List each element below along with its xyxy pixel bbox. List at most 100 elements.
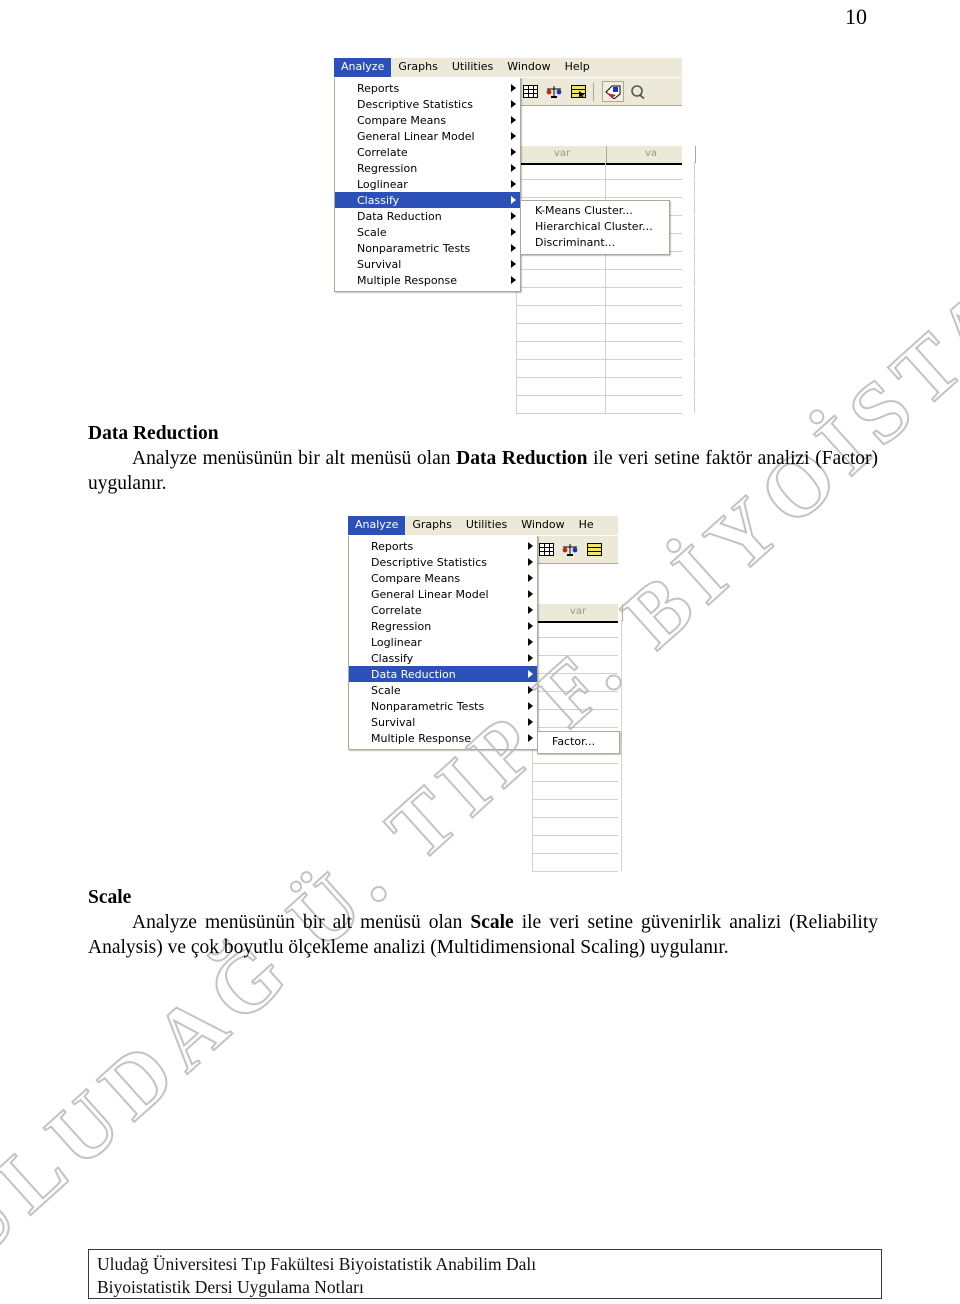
grid-row[interactable] [532,710,622,728]
menubar-item-help[interactable]: He [572,516,601,535]
menu-item-correlate[interactable]: Correlate [349,602,537,618]
menubar-item-window[interactable]: Window [514,516,571,535]
data-grid-icon[interactable] [519,81,541,102]
submenu-arrow-icon [528,702,533,710]
grid-row[interactable] [516,378,695,396]
page-number: 10 [845,4,867,29]
grid-row[interactable] [516,162,695,180]
submenu-arrow-icon [511,164,516,172]
column-header-var-1[interactable]: var [534,604,623,621]
menu-item-correlate[interactable]: Correlate [335,144,520,160]
grid-row[interactable] [516,270,695,288]
grid-row[interactable] [516,324,695,342]
grid-row[interactable] [532,674,622,692]
menu-item-label: Nonparametric Tests [357,241,471,255]
submenu-item-k-means-cluster[interactable]: K-Means Cluster... [521,203,669,219]
menu-item-label: Scale [357,225,387,239]
menubar-item-utilities[interactable]: Utilities [445,58,500,77]
menu-item-descriptive-statistics[interactable]: Descriptive Statistics [335,96,520,112]
submenu-arrow-icon [511,196,516,204]
grid-row[interactable] [532,764,622,782]
grid-row[interactable] [516,288,695,306]
submenu-item-factor[interactable]: Factor... [538,734,619,750]
weighted-cases-icon[interactable] [543,81,565,102]
submenu-arrow-icon [528,734,533,742]
menu-item-reports[interactable]: Reports [349,538,537,554]
grid-row[interactable] [532,854,622,872]
menu-item-regression[interactable]: Regression [349,618,537,634]
insert-variable-icon[interactable] [583,539,605,560]
grid-row[interactable] [516,306,695,324]
menu-item-label: Survival [357,257,402,271]
submenu-item-hierarchical-cluster[interactable]: Hierarchical Cluster... [521,219,669,235]
menu-item-label: Descriptive Statistics [371,555,488,569]
insert-variable-icon[interactable] [567,81,589,102]
submenu-item-discriminant[interactable]: Discriminant... [521,235,669,251]
menubar-data-reduction: Analyze Graphs Utilities Window He [348,516,618,536]
grid-row[interactable] [532,818,622,836]
submenu-arrow-icon [528,590,533,598]
grid-row[interactable] [532,692,622,710]
menu-item-label: Data Reduction [357,209,442,223]
menu-item-general-linear-model[interactable]: General Linear Model [349,586,537,602]
menu-item-nonparametric-tests[interactable]: Nonparametric Tests [349,698,537,714]
menu-item-reports[interactable]: Reports [335,80,520,96]
menu-item-label: Correlate [357,145,408,159]
grid-row[interactable] [532,638,622,656]
menu-item-general-linear-model[interactable]: General Linear Model [335,128,520,144]
menu-item-classify[interactable]: Classify [335,192,520,208]
grid-row[interactable] [532,620,622,638]
grid-row[interactable] [532,656,622,674]
menu-item-scale[interactable]: Scale [335,224,520,240]
menubar-item-analyze[interactable]: Analyze [334,58,392,77]
menu-item-data-reduction[interactable]: Data Reduction [349,666,537,682]
data-editor-worksheet: var Reports Descriptive Statistics Compa… [348,536,623,872]
grid-row[interactable] [532,800,622,818]
menubar-item-graphs[interactable]: Graphs [391,58,444,77]
section-heading-scale: Scale [88,887,132,908]
menu-item-compare-means[interactable]: Compare Means [335,112,520,128]
value-labels-icon[interactable] [602,81,624,102]
grid-row[interactable] [516,180,695,198]
menu-item-nonparametric-tests[interactable]: Nonparametric Tests [335,240,520,256]
submenu-arrow-icon [511,132,516,140]
menu-item-classify[interactable]: Classify [349,650,537,666]
section-scale: Scale Analyze menüsünün bir alt menüsü o… [88,885,878,960]
weighted-cases-icon[interactable] [559,539,581,560]
menu-item-data-reduction[interactable]: Data Reduction [335,208,520,224]
menu-item-scale[interactable]: Scale [349,682,537,698]
submenu-arrow-icon [528,686,533,694]
grid-row[interactable] [516,360,695,378]
column-header-var-2[interactable]: va [607,146,696,163]
menu-item-loglinear[interactable]: Loglinear [335,176,520,192]
menu-item-label: Multiple Response [357,273,458,287]
grid-row[interactable] [532,836,622,854]
menu-item-survival[interactable]: Survival [349,714,537,730]
grid-row[interactable] [516,396,695,414]
menu-item-multiple-response[interactable]: Multiple Response [349,730,537,746]
menu-item-multiple-response[interactable]: Multiple Response [335,272,520,288]
menu-item-loglinear[interactable]: Loglinear [349,634,537,650]
column-header-var-1[interactable]: var [518,146,607,163]
data-grid-icon[interactable] [535,539,557,560]
menu-item-survival[interactable]: Survival [335,256,520,272]
menu-item-label: Loglinear [371,635,422,649]
menubar-item-window[interactable]: Window [500,58,557,77]
grid-row[interactable] [532,782,622,800]
menubar-item-graphs[interactable]: Graphs [405,516,458,535]
menu-item-label: Classify [357,193,400,207]
menu-item-compare-means[interactable]: Compare Means [349,570,537,586]
menu-item-label: Correlate [371,603,422,617]
find-icon[interactable] [626,81,648,102]
menubar-item-analyze[interactable]: Analyze [348,516,406,535]
menubar-classify: Analyze Graphs Utilities Window Help [334,58,682,78]
menubar-item-help[interactable]: Help [558,58,597,77]
footer-line-1: Uludağ Üniversitesi Tıp Fakültesi Biyois… [97,1254,537,1274]
menu-item-descriptive-statistics[interactable]: Descriptive Statistics [349,554,537,570]
paragraph-text-bold: Data Reduction [456,448,588,469]
submenu-arrow-icon [511,84,516,92]
grid-row[interactable] [516,342,695,360]
paragraph-text-bold: Scale [470,912,514,933]
menubar-item-utilities[interactable]: Utilities [459,516,514,535]
menu-item-regression[interactable]: Regression [335,160,520,176]
